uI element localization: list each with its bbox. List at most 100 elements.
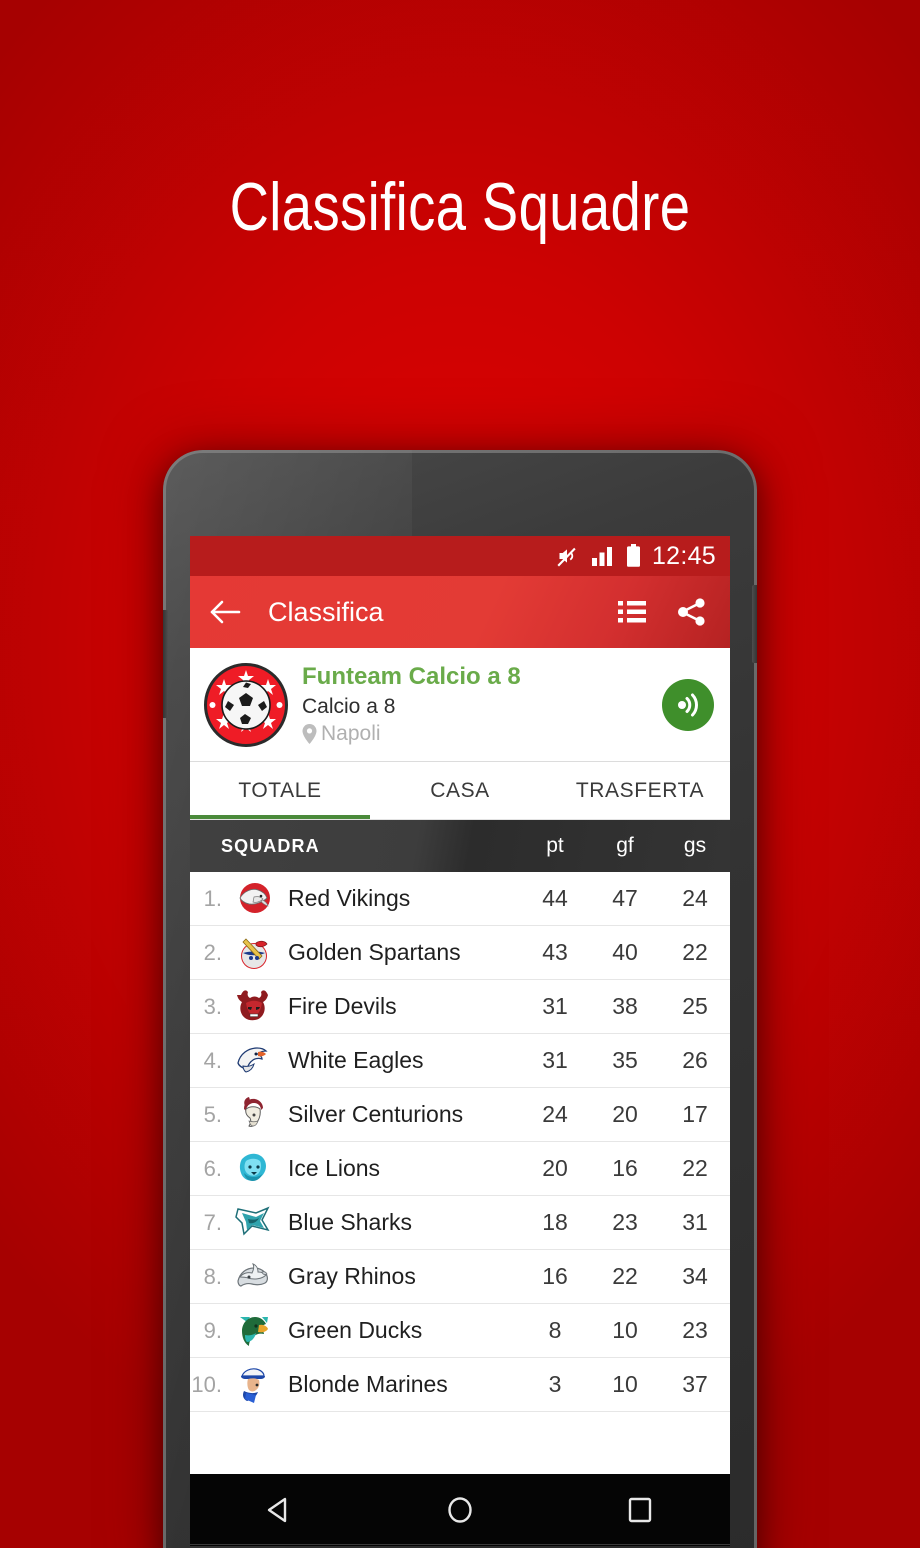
row-team-name: Red Vikings <box>288 885 411 911</box>
tab-casa[interactable]: CASA <box>370 779 550 803</box>
battery-icon <box>626 544 641 568</box>
table-row[interactable]: 7. Blue Sharks 18 23 31 <box>190 1196 730 1250</box>
home-circle-icon[interactable] <box>445 1495 475 1525</box>
row-rank: 1. <box>203 885 222 911</box>
nav-bar-divider <box>190 1544 730 1545</box>
app-bar-title: Classifica <box>268 596 384 627</box>
row-rank: 2. <box>203 939 222 965</box>
team-category: Calcio a 8 <box>302 694 396 718</box>
team-name: Funteam Calcio a 8 <box>302 662 521 690</box>
column-header-pt: pt <box>546 834 564 857</box>
signal-icon <box>591 545 615 567</box>
android-nav-bar <box>190 1474 730 1546</box>
tab-totale[interactable]: TOTALE <box>190 779 370 803</box>
team-crest-icon <box>232 1147 278 1191</box>
row-goals-for: 10 <box>612 1371 638 1397</box>
row-team-name: Blonde Marines <box>288 1371 448 1397</box>
row-rank: 10. <box>191 1371 222 1397</box>
row-goals-for: 35 <box>612 1047 638 1073</box>
page-title: Classifica Squadre <box>229 169 691 245</box>
team-crest-icon <box>232 1039 278 1083</box>
team-crest-icon <box>232 1309 278 1353</box>
share-icon[interactable] <box>678 598 706 626</box>
row-team-name: Golden Spartans <box>288 939 461 965</box>
row-points: 8 <box>548 1317 562 1343</box>
table-row[interactable]: 8. Gray Rhinos 16 22 34 <box>190 1250 730 1304</box>
row-team-name: Green Ducks <box>288 1317 423 1343</box>
row-goals-against: 22 <box>682 939 708 965</box>
table-row[interactable]: 3. Fire Devils 31 38 25 <box>190 980 730 1034</box>
row-rank: 5. <box>203 1101 222 1127</box>
list-icon[interactable] <box>618 599 646 625</box>
row-rank: 9. <box>203 1317 222 1343</box>
broadcast-button[interactable] <box>662 678 714 731</box>
row-goals-against: 22 <box>682 1155 708 1181</box>
row-goals-for: 23 <box>612 1209 638 1235</box>
phone-device: 12:45 Classifica Funteam Calcio a 8 Calc… <box>163 450 757 1548</box>
row-rank: 6. <box>203 1155 222 1181</box>
row-goals-for: 47 <box>612 885 638 911</box>
standings-table: 1. Red Vikings 44 47 24 2. Golden Spartans 43 40… <box>190 872 730 1412</box>
team-location: Napoli <box>302 722 662 746</box>
row-points: 44 <box>542 885 568 911</box>
mute-icon <box>556 544 580 568</box>
team-crest-icon <box>232 1093 278 1137</box>
tab-active-indicator <box>190 815 370 819</box>
row-goals-against: 34 <box>682 1263 708 1289</box>
table-row[interactable]: 9. Green Ducks 8 10 23 <box>190 1304 730 1358</box>
row-goals-against: 17 <box>682 1101 708 1127</box>
row-team-name: Gray Rhinos <box>288 1263 416 1289</box>
volume-button[interactable] <box>163 610 168 718</box>
row-rank: 3. <box>203 993 222 1019</box>
row-goals-against: 24 <box>682 885 708 911</box>
row-team-name: Blue Sharks <box>288 1209 413 1235</box>
logo-stars <box>207 666 285 744</box>
table-row[interactable]: 4. White Eagles 31 35 26 <box>190 1034 730 1088</box>
power-button[interactable] <box>752 585 757 663</box>
row-points: 18 <box>542 1209 568 1235</box>
status-bar-clock: 12:45 <box>651 541 716 570</box>
table-row[interactable]: 5. Silver Centurions 24 20 17 <box>190 1088 730 1142</box>
row-points: 3 <box>548 1371 562 1397</box>
back-arrow-icon[interactable] <box>210 599 242 625</box>
row-points: 20 <box>542 1155 568 1181</box>
table-row[interactable]: 6. Ice Lions 20 16 22 <box>190 1142 730 1196</box>
row-goals-for: 10 <box>612 1317 638 1343</box>
tab-trasferta[interactable]: TRASFERTA <box>550 779 730 803</box>
row-team-name: White Eagles <box>288 1047 424 1073</box>
status-bar: 12:45 <box>190 536 730 576</box>
back-triangle-icon[interactable] <box>265 1495 295 1525</box>
row-goals-for: 40 <box>612 939 638 965</box>
row-goals-against: 26 <box>682 1047 708 1073</box>
team-crest-icon <box>232 1255 278 1299</box>
team-crest-icon <box>232 877 278 921</box>
column-header-gs: gs <box>683 834 707 857</box>
location-pin-icon <box>302 724 317 745</box>
row-goals-against: 37 <box>682 1371 708 1397</box>
row-team-name: Ice Lions <box>288 1155 381 1181</box>
row-goals-against: 23 <box>682 1317 708 1343</box>
table-row[interactable]: 1. Red Vikings 44 47 24 <box>190 872 730 926</box>
team-logo-icon <box>204 662 288 747</box>
row-team-name: Fire Devils <box>288 993 397 1019</box>
row-points: 24 <box>542 1101 568 1127</box>
team-crest-icon <box>232 1201 278 1245</box>
row-team-name: Silver Centurions <box>288 1101 464 1127</box>
team-header-card[interactable]: Funteam Calcio a 8 Calcio a 8 Napoli <box>190 648 730 762</box>
row-goals-for: 38 <box>612 993 638 1019</box>
tab-bar: TOTALE CASA TRASFERTA <box>190 762 730 820</box>
row-rank: 8. <box>203 1263 222 1289</box>
column-header-gf: gf <box>616 834 634 857</box>
row-goals-for: 16 <box>612 1155 638 1181</box>
recents-square-icon[interactable] <box>625 1495 655 1525</box>
team-crest-icon <box>232 931 278 975</box>
row-goals-against: 31 <box>682 1209 708 1235</box>
team-crest-icon <box>232 985 278 1029</box>
phone-screen: 12:45 Classifica Funteam Calcio a 8 Calc… <box>190 536 730 1474</box>
table-row[interactable]: 2. Golden Spartans 43 40 22 <box>190 926 730 980</box>
table-row[interactable]: 10. Blonde Marines 3 10 37 <box>190 1358 730 1412</box>
row-goals-for: 20 <box>612 1101 638 1127</box>
row-points: 31 <box>542 1047 568 1073</box>
row-rank: 4. <box>203 1047 222 1073</box>
row-points: 16 <box>542 1263 568 1289</box>
